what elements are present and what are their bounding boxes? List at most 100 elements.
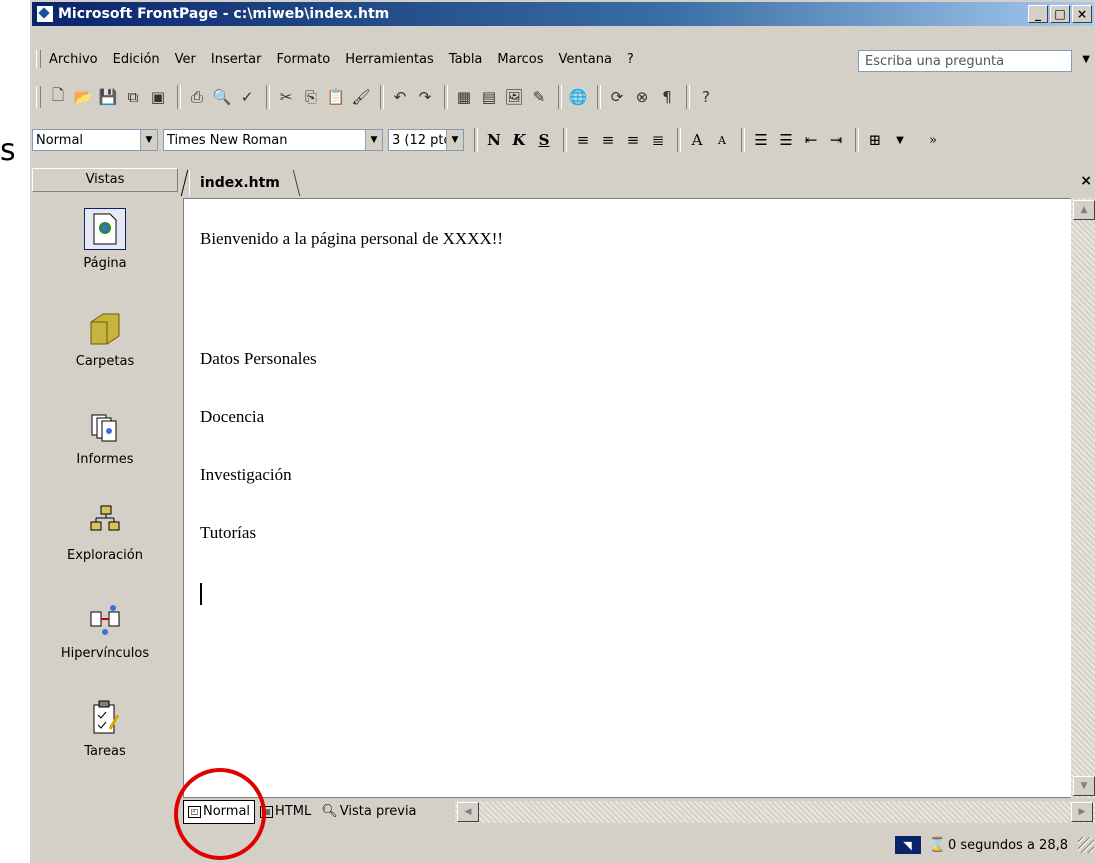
decrease-font-icon[interactable]: A [711,129,733,151]
view-informes[interactable]: Informes [32,406,178,467]
welcome-text: Bienvenido a la página personal de XXXX!… [200,229,504,248]
tab-html-label: HTML [275,804,312,819]
toolbar-overflow-icon[interactable]: » [922,129,944,151]
annotation-circle [174,768,266,860]
menu-help[interactable]: ? [627,52,634,67]
drawing-icon[interactable]: ✎ [528,86,550,108]
view-tareas[interactable]: Tareas [32,698,178,759]
menu-herramientas[interactable]: Herramientas [345,52,434,67]
menu-insertar[interactable]: Insertar [211,52,262,67]
menubar-grip[interactable] [36,50,41,68]
justify-icon[interactable]: ≣ [647,129,669,151]
bullet-list-icon[interactable]: ☰ [775,129,797,151]
view-exploracion[interactable]: Exploración [32,502,178,563]
font-select[interactable]: Times New Roman ▼ [163,129,383,151]
menu-edicion[interactable]: Edición [113,52,160,67]
align-left-icon[interactable]: ≡ [572,129,594,151]
help-icon[interactable]: ? [695,86,717,108]
scroll-down-icon[interactable]: ▼ [1073,776,1095,796]
menu-ventana[interactable]: Ventana [559,52,612,67]
menu-archivo[interactable]: Archivo [49,52,98,67]
scroll-left-icon[interactable]: ◀ [457,802,479,822]
save-icon[interactable]: 💾 [97,86,119,108]
insert-component-icon[interactable]: ▦ [453,86,475,108]
bold-icon[interactable]: N [483,129,505,151]
maximize-button[interactable]: □ [1050,5,1070,23]
tab-preview-label: Vista previa [339,804,417,819]
open-folder-icon[interactable]: 📂 [72,86,94,108]
paste-icon[interactable]: 📋 [325,86,347,108]
insert-picture-icon[interactable]: 🖼 [503,86,525,108]
decrease-indent-icon[interactable]: ⇤ [800,129,822,151]
toolbar-grip[interactable] [36,86,41,108]
menu-marcos[interactable]: Marcos [497,52,543,67]
print-icon[interactable]: ⎙ [186,86,208,108]
page-canvas[interactable]: Bienvenido a la página personal de XXXX!… [183,198,1071,798]
scroll-up-icon[interactable]: ▲ [1073,200,1095,220]
tab-vista-previa[interactable]: 🔍︎ Vista previa [316,800,421,824]
close-icon[interactable]: × [1080,173,1092,189]
chevron-down-icon[interactable]: ▼ [140,130,157,150]
resize-grip-icon[interactable] [1078,837,1094,853]
style-select[interactable]: Normal ▼ [32,129,158,151]
view-carpetas[interactable]: Carpetas [32,308,178,369]
underline-icon[interactable]: S [533,129,555,151]
pilcrow-icon[interactable]: ¶ [656,86,678,108]
increase-font-icon[interactable]: A [686,129,708,151]
web-component-icon[interactable]: ▣ [147,86,169,108]
menu-formato[interactable]: Formato [276,52,330,67]
align-right-icon[interactable]: ≡ [622,129,644,151]
insert-table-icon[interactable]: ▤ [478,86,500,108]
view-hipervinculos[interactable]: Hipervínculos [32,600,178,661]
undo-icon[interactable]: ↶ [389,86,411,108]
view-pagina[interactable]: Página [32,208,178,271]
size-select[interactable]: 3 (12 pto ▼ [388,129,464,151]
numbered-list-icon[interactable]: ☰ [750,129,772,151]
italic-icon[interactable]: K [508,129,530,151]
redo-icon[interactable]: ↷ [414,86,436,108]
separator [380,85,384,109]
close-button[interactable]: × [1072,5,1092,23]
views-header: Vistas [32,168,178,192]
separator [597,85,601,109]
chevron-down-icon[interactable]: ▼ [1082,54,1090,65]
align-center-icon[interactable]: ≡ [597,129,619,151]
chevron-down-icon[interactable]: ▼ [365,130,382,150]
window-controls: _ □ × [1028,5,1092,23]
view-label: Hipervínculos [60,646,150,661]
tab-index-htm[interactable]: index.htm [189,170,292,196]
spelling-icon[interactable]: ✓ [236,86,258,108]
vertical-scrollbar[interactable]: ▲ ▼ [1071,198,1095,798]
menu-ver[interactable]: Ver [175,52,196,67]
chevron-down-icon[interactable]: ▼ [446,130,463,150]
separator [177,85,181,109]
separator [855,128,859,152]
separator [686,85,690,109]
view-label: Tareas [84,744,126,759]
cut-icon[interactable]: ✂ [275,86,297,108]
reports-icon [85,406,125,446]
increase-indent-icon[interactable]: ⇥ [825,129,847,151]
new-page-icon[interactable]: 🗋 [47,86,69,108]
title-bar: Microsoft FrontPage - c:\miweb\index.htm… [32,2,1094,26]
print-preview-icon[interactable]: 🔍 [211,86,233,108]
hyperlink-icon[interactable]: 🌐 [567,86,589,108]
separator [677,128,681,152]
horizontal-scrollbar[interactable]: ◀ ▶ [455,801,1095,823]
views-bar: Vistas Página Carpetas Informes Explorac… [32,168,178,825]
frontpage-window: Microsoft FrontPage - c:\miweb\index.htm… [29,0,1095,863]
copy-icon[interactable]: ⎘ [300,86,322,108]
publish-icon[interactable]: ⧉ [122,86,144,108]
separator [563,128,567,152]
scroll-right-icon[interactable]: ▶ [1071,802,1093,822]
refresh-icon[interactable]: ⟳ [606,86,628,108]
chevron-down-icon[interactable]: ▼ [889,129,911,151]
borders-icon[interactable]: ⊞ [864,129,886,151]
editor-area: index.htm × Bienvenido a la página perso… [183,168,1095,825]
standard-toolbar: 🗋 📂 💾 ⧉ ▣ ⎙ 🔍 ✓ ✂ ⎘ 📋 🖌 ↶ ↷ ▦ ▤ 🖼 ✎ 🌐 ⟳ … [32,80,1094,114]
ask-question-input[interactable]: Escriba una pregunta [858,50,1072,72]
stop-icon[interactable]: ⊗ [631,86,653,108]
format-painter-icon[interactable]: 🖌 [350,86,372,108]
menu-tabla[interactable]: Tabla [449,52,483,67]
minimize-button[interactable]: _ [1028,5,1048,23]
